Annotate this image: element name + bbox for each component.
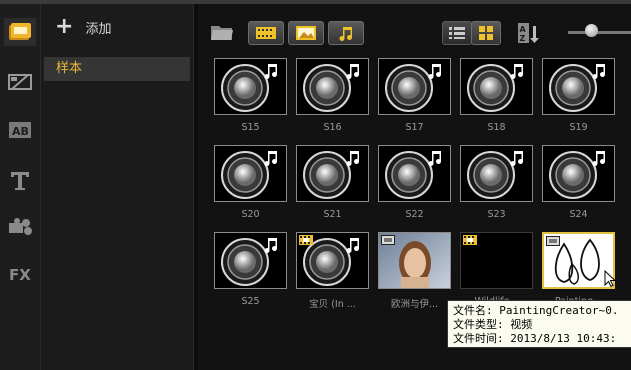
thumbnail-image — [460, 232, 533, 289]
file-info-tooltip: 文件名: PaintingCreator~0. 文件类型: 视频 文件时间: 2… — [447, 300, 631, 348]
media-thumbnail[interactable]: S18 — [460, 58, 533, 133]
audio-speaker-icon — [296, 145, 369, 202]
media-thumbnail[interactable]: S25 — [214, 232, 287, 307]
media-thumbnail[interactable]: S22 — [378, 145, 451, 220]
media-label: S24 — [569, 209, 588, 220]
media-label: S16 — [323, 122, 342, 133]
audio-speaker-icon — [214, 232, 287, 289]
list-view-button[interactable] — [442, 21, 472, 45]
media-label: 宝贝 (In ... — [309, 299, 356, 310]
audio-speaker-icon — [460, 145, 533, 202]
media-thumbnail[interactable]: S21 — [296, 145, 369, 220]
audio-speaker-icon — [378, 145, 451, 202]
text-icon[interactable] — [4, 166, 36, 194]
library-panel: + 添加 样本 — [41, 4, 193, 370]
svg-text:AB: AB — [12, 125, 29, 138]
tooltip-filetype: 文件类型: 视频 — [453, 318, 533, 331]
library-item-samples[interactable]: 样本 — [44, 57, 190, 81]
add-label: 添加 — [85, 21, 112, 37]
audio-speaker-icon — [542, 58, 615, 115]
plus-icon: + — [55, 14, 74, 39]
media-thumbnail[interactable]: S20 — [214, 145, 287, 220]
category-rail: AB FX — [0, 4, 41, 370]
add-folder-button[interactable]: + 添加 — [55, 16, 111, 38]
audio-speaker-icon — [460, 58, 533, 115]
slider-knob[interactable] — [585, 24, 598, 37]
sort-az-icon[interactable]: AZ — [516, 21, 540, 45]
graphics-icon[interactable] — [4, 212, 36, 240]
filter-photo-button[interactable] — [288, 21, 324, 45]
media-label: S21 — [323, 209, 342, 220]
media-label: S23 — [487, 209, 506, 220]
media-thumbnail[interactable]: S19 — [542, 58, 615, 133]
thumbnail-view-button[interactable] — [471, 21, 501, 45]
audio-speaker-icon — [296, 232, 369, 289]
film-icon — [256, 27, 276, 39]
thumbnail-image — [378, 232, 451, 289]
folder-open-icon[interactable] — [210, 22, 234, 42]
media-label: S25 — [241, 296, 260, 307]
svg-text:Z: Z — [520, 34, 526, 43]
list-icon — [449, 27, 465, 39]
audio-speaker-icon — [542, 145, 615, 202]
media-thumbnail[interactable]: 欧洲与伊... — [378, 232, 451, 310]
mouse-cursor-icon — [604, 270, 616, 288]
media-thumbnail[interactable]: S15 — [214, 58, 287, 133]
media-label: S20 — [241, 209, 260, 220]
transition-icon[interactable] — [4, 68, 36, 96]
media-label: S17 — [405, 122, 424, 133]
media-thumbnail[interactable]: S23 — [460, 145, 533, 220]
filter-audio-button[interactable] — [328, 21, 364, 45]
audio-speaker-icon — [296, 58, 369, 115]
music-note-icon — [339, 27, 352, 41]
audio-speaker-icon — [378, 58, 451, 115]
media-library-icon[interactable] — [4, 18, 36, 46]
media-label: S19 — [569, 122, 588, 133]
photo-icon — [296, 26, 316, 40]
media-thumbnail[interactable]: S16 — [296, 58, 369, 133]
media-thumbnail[interactable]: S24 — [542, 145, 615, 220]
filter-fx-icon[interactable]: FX — [4, 260, 36, 288]
svg-text:A: A — [520, 25, 527, 34]
media-thumbnail[interactable]: Wildlife... — [460, 232, 533, 307]
media-label: 欧洲与伊... — [390, 299, 439, 310]
tooltip-filename: 文件名: PaintingCreator~0. — [453, 304, 619, 317]
tooltip-filetime: 文件时间: 2013/8/13 10:43: — [453, 332, 617, 345]
media-label: S18 — [487, 122, 506, 133]
audio-speaker-icon — [214, 58, 287, 115]
svg-text:FX: FX — [9, 266, 31, 284]
media-label: S15 — [241, 122, 260, 133]
audio-speaker-icon — [214, 145, 287, 202]
grid-icon — [479, 26, 493, 40]
filter-video-button[interactable] — [248, 21, 284, 45]
thumbnail-size-slider[interactable] — [568, 31, 631, 34]
media-label: S22 — [405, 209, 424, 220]
media-thumbnail[interactable]: S17 — [378, 58, 451, 133]
media-thumbnail[interactable]: 宝贝 (In ... — [296, 232, 369, 310]
title-icon[interactable]: AB — [4, 116, 36, 144]
